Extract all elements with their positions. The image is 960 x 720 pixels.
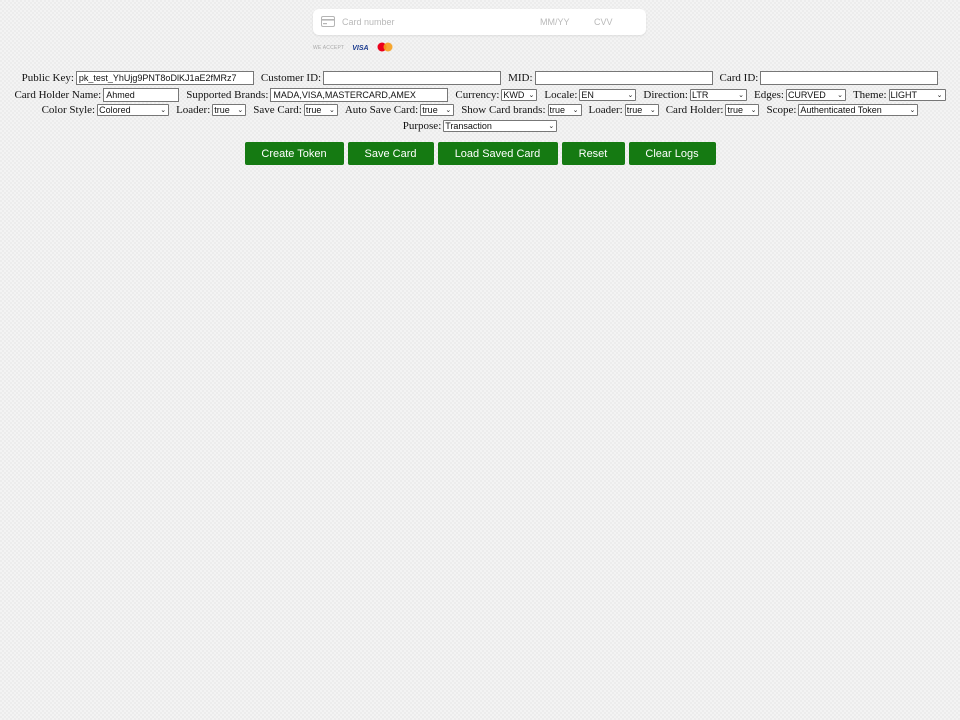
locale-label: Locale: [544,89,578,101]
theme-select[interactable]: LIGHT ⌄ [888,89,946,101]
card-id-label: Card ID: [719,72,759,84]
credit-card-icon [321,16,335,27]
scope-select[interactable]: Authenticated Token ⌄ [798,104,919,116]
loader-2-select[interactable]: true ⌄ [624,104,659,116]
create-token-button[interactable]: Create Token [244,142,344,165]
loader-2-label: Loader: [588,104,623,116]
loader-select[interactable]: true ⌄ [212,104,247,116]
reset-button[interactable]: Reset [561,142,625,165]
save-card-button[interactable]: Save Card [347,142,434,165]
mid-input[interactable] [534,71,713,85]
color-style-select[interactable]: Colored ⌄ [97,104,170,116]
form-row-keys: Public Key: Customer ID: MID: Card ID: [0,71,960,85]
public-key-input[interactable] [75,71,254,85]
card-holder-label: Card Holder: [665,104,724,116]
customer-id-label: Customer ID: [260,72,322,84]
mastercard-icon [376,42,394,55]
accepted-brands: WE ACCEPT VISA [313,42,394,54]
we-accept-label: WE ACCEPT [313,45,345,51]
card-input-widget[interactable]: Card number MM/YY CVV [313,9,646,35]
scope-label: Scope: [766,104,797,116]
show-card-brands-select[interactable]: true ⌄ [547,104,582,116]
card-id-input[interactable] [760,71,939,85]
direction-label: Direction: [643,89,688,101]
form-row-options: Card Holder Name: Supported Brands: Curr… [0,88,960,102]
show-card-brands-label: Show Card brands: [461,104,546,116]
card-number-field[interactable]: Card number [342,17,395,27]
edges-label: Edges: [753,89,784,101]
card-holder-name-input[interactable] [103,88,180,102]
auto-save-card-select[interactable]: true ⌄ [420,104,455,116]
purpose-select[interactable]: Transaction ⌄ [443,120,558,132]
theme-label: Theme: [852,89,887,101]
visa-logo: VISA [352,44,369,52]
save-card-label: Save Card: [253,104,302,116]
public-key-label: Public Key: [21,72,74,84]
expiry-field[interactable]: MM/YY [540,17,570,27]
form-row-settings: Color Style: Colored ⌄ Loader: true ⌄ Save… [0,104,960,116]
form-row-purpose: Purpose: Transaction ⌄ [0,120,960,132]
auto-save-card-label: Auto Save Card: [344,104,419,116]
loader-label: Loader: [176,104,211,116]
supported-brands-input[interactable] [270,88,449,102]
currency-select[interactable]: KWD ⌄ [501,89,538,101]
customer-id-input[interactable] [323,71,502,85]
save-card-select[interactable]: true ⌄ [303,104,338,116]
mid-label: MID: [508,72,533,84]
action-buttons: Create Token Save Card Load Saved Card R… [0,142,960,165]
cvv-field[interactable]: CVV [594,17,613,27]
clear-logs-button[interactable]: Clear Logs [628,142,716,165]
currency-label: Currency: [455,89,500,101]
purpose-label: Purpose: [402,120,442,132]
card-holder-name-label: Card Holder Name: [14,89,102,101]
load-saved-card-button[interactable]: Load Saved Card [437,142,558,165]
supported-brands-label: Supported Brands: [186,89,269,101]
direction-select[interactable]: LTR ⌄ [689,89,747,101]
locale-select[interactable]: EN ⌄ [579,89,637,101]
color-style-label: Color Style: [41,104,96,116]
card-holder-select[interactable]: true ⌄ [725,104,760,116]
edges-select[interactable]: CURVED ⌄ [785,89,846,101]
